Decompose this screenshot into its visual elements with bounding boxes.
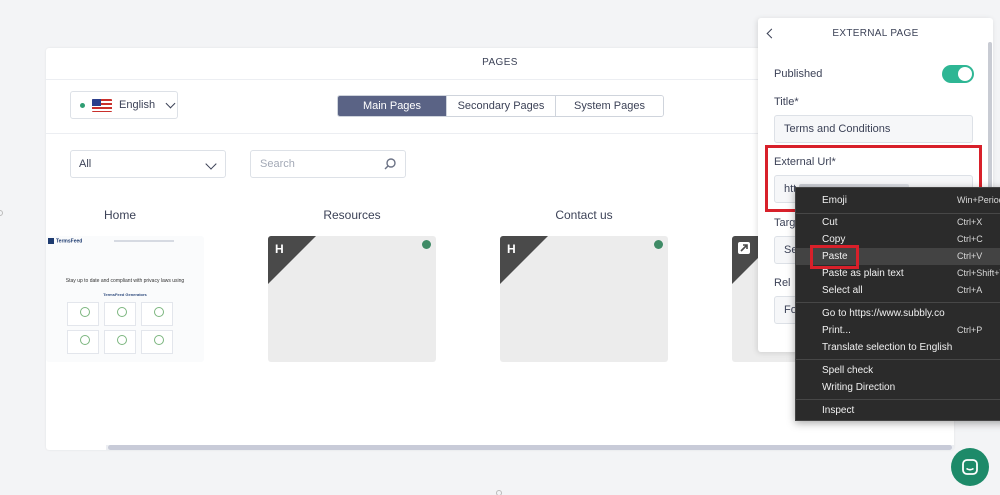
header-template-icon: H (275, 242, 284, 256)
menu-item-select-all[interactable]: Select all Ctrl+A (796, 282, 1000, 299)
edge-handle (0, 210, 3, 216)
menu-label: Translate selection to English (822, 342, 953, 353)
menu-item-print[interactable]: Print... Ctrl+P (796, 322, 1000, 339)
chat-support-button[interactable] (951, 448, 989, 486)
tab-main-pages[interactable]: Main Pages (338, 96, 446, 116)
preview-tile (67, 330, 99, 354)
menu-item-emoji[interactable]: Emoji Win+Period (796, 192, 1000, 209)
menu-item-go-to-url[interactable]: Go to https://www.subbly.co (796, 305, 1000, 322)
menu-shortcut: Ctrl+X (957, 217, 983, 227)
preview-heading: Stay up to date and compliant with priva… (65, 278, 185, 284)
published-dot (422, 240, 431, 249)
target-label: Targ (774, 217, 796, 229)
tab-secondary-pages[interactable]: Secondary Pages (446, 96, 555, 116)
preview-logo: TermsFeed (48, 238, 82, 244)
title-input[interactable]: Terms and Conditions (774, 115, 973, 143)
preview-tile (104, 302, 136, 326)
menu-separator (796, 359, 1000, 360)
horizontal-scrollbar[interactable] (108, 445, 952, 450)
context-menu: Emoji Win+Period Cut Ctrl+X Copy Ctrl+C … (795, 187, 1000, 421)
menu-shortcut: Ctrl+V (957, 251, 983, 261)
menu-label: Emoji (822, 195, 848, 206)
search-icon[interactable] (384, 158, 396, 170)
preview-tile (141, 330, 173, 354)
menu-label: Copy (822, 234, 846, 245)
preview-tile (67, 302, 99, 326)
menu-label: Inspect (822, 405, 855, 416)
rel-label: Rel (774, 277, 791, 289)
menu-separator (796, 302, 1000, 303)
menu-label: Paste as plain text (822, 268, 904, 279)
menu-label: Select all (822, 285, 863, 296)
menu-label: Cut (822, 217, 838, 228)
menu-item-writing-direction[interactable]: Writing Direction (796, 379, 1000, 396)
menu-shortcut: Ctrl+P (957, 325, 983, 335)
card-title-home: Home (103, 208, 136, 222)
published-toggle[interactable] (942, 65, 974, 83)
status-dot (80, 102, 85, 108)
menu-label: Go to https://www.subbly.co (822, 308, 945, 319)
preview-tile (104, 330, 136, 354)
edge-handle (496, 490, 502, 495)
menu-item-cut[interactable]: Cut Ctrl+X (796, 214, 1000, 231)
menu-item-translate[interactable]: Translate selection to English (796, 339, 1000, 356)
search-placeholder: Search (260, 158, 295, 170)
tab-system-pages[interactable]: System Pages (555, 96, 663, 116)
vertical-scrollbar[interactable] (988, 42, 992, 202)
filter-select[interactable]: All (70, 150, 226, 178)
published-dot (654, 240, 663, 249)
menu-item-inspect[interactable]: Inspect (796, 402, 1000, 419)
external-link-icon (738, 242, 750, 254)
menu-shortcut: Ctrl+A (957, 285, 983, 295)
preview-subheading: TermsFeed Generators (103, 292, 147, 297)
us-flag-icon (92, 98, 112, 112)
page-card-home[interactable]: TermsFeed Stay up to date and compliant … (46, 236, 204, 362)
page-card-contact-us[interactable]: H (500, 236, 668, 362)
page-type-tabs: Main Pages Secondary Pages System Pages (337, 95, 664, 117)
menu-label: Writing Direction (822, 382, 896, 393)
header-template-icon: H (507, 242, 516, 256)
filter-value: All (79, 158, 92, 170)
language-label: English (119, 99, 156, 111)
menu-item-spell-check[interactable]: Spell check (796, 362, 1000, 379)
menu-label: Spell check (822, 365, 874, 376)
published-label: Published (774, 68, 823, 80)
menu-shortcut: Ctrl+C (957, 234, 983, 244)
menu-label: Print... (822, 325, 851, 336)
card-title-resources: Resources (323, 208, 381, 222)
search-input[interactable]: Search (250, 150, 406, 178)
language-select[interactable]: English (70, 91, 178, 119)
card-title-contact-us: Contact us (555, 208, 613, 222)
title-label: Title* (774, 96, 799, 108)
paste-highlight (810, 245, 859, 269)
chevron-down-icon (205, 158, 217, 170)
chevron-down-icon (165, 98, 176, 108)
preview-nav (114, 240, 174, 242)
menu-separator (796, 399, 1000, 400)
external-page-title: EXTERNAL PAGE (832, 28, 919, 39)
page-card-resources[interactable]: H (268, 236, 436, 362)
preview-tile (141, 302, 173, 326)
menu-shortcut: Ctrl+Shift+V (957, 268, 1000, 278)
menu-shortcut: Win+Period (957, 195, 1000, 205)
chat-icon (962, 459, 978, 475)
